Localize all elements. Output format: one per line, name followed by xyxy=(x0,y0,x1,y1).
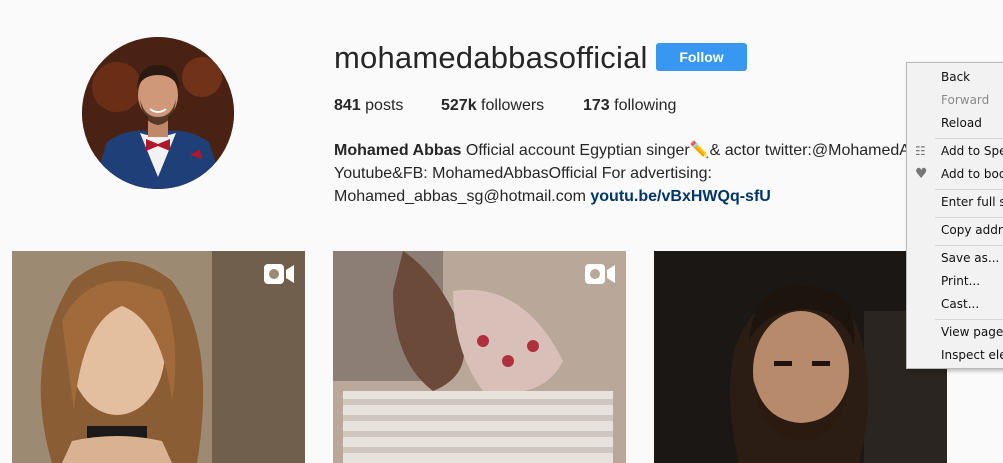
stat-following-label: following xyxy=(614,97,677,114)
bio-line-1: Mohamed Abbas Official account Egyptian … xyxy=(334,139,914,162)
stat-following[interactable]: 173 following xyxy=(583,97,676,115)
bio-line-2: Youtube&FB: MohamedAbbasOfficial For adv… xyxy=(334,165,712,182)
post-tile-2[interactable] xyxy=(333,251,626,463)
bio-line-3: Mohamed_abbas_sg@hotmail.com youtu.be/vB… xyxy=(334,185,914,208)
menu-item-copy-address[interactable]: Copy addres xyxy=(941,223,1003,237)
stat-posts-label: posts xyxy=(365,97,404,114)
menu-item-print[interactable]: Print... xyxy=(941,274,980,288)
menu-item-add-speed-dial[interactable]: Add to Spee xyxy=(941,144,1003,158)
post-tile-1[interactable] xyxy=(12,251,305,463)
menu-separator xyxy=(935,217,1003,218)
stat-followers-count: 527k xyxy=(441,97,477,114)
video-camera-icon xyxy=(585,264,615,284)
bio-description: Official account Egyptian singer✏️& acto… xyxy=(461,142,914,159)
menu-item-cast[interactable]: Cast... xyxy=(941,297,979,311)
menu-item-back[interactable]: Back xyxy=(941,70,970,84)
menu-item-add-bookmark[interactable]: Add to book xyxy=(941,167,1003,181)
menu-item-save-as[interactable]: Save as... xyxy=(941,251,999,265)
bio-website-link[interactable]: youtu.be/vBxHWQq-sfU xyxy=(590,188,770,205)
stat-posts-count: 841 xyxy=(334,97,361,114)
stat-followers[interactable]: 527k followers xyxy=(441,97,544,115)
stat-following-count: 173 xyxy=(583,97,610,114)
stat-posts: 841 posts xyxy=(334,97,403,115)
profile-full-name: Mohamed Abbas xyxy=(334,142,462,159)
bio-email: Mohamed_abbas_sg@hotmail.com xyxy=(334,188,591,205)
profile-bio: Mohamed Abbas Official account Egyptian … xyxy=(334,139,914,208)
heart-icon: ♥ xyxy=(915,166,928,182)
profile-username: mohamedabbasofficial xyxy=(334,40,648,75)
menu-item-fullscreen[interactable]: Enter full scr xyxy=(941,195,1003,209)
menu-separator xyxy=(935,319,1003,320)
profile-avatar[interactable] xyxy=(82,37,234,189)
menu-separator xyxy=(935,245,1003,246)
menu-separator xyxy=(935,189,1003,190)
speed-dial-icon: ☷ xyxy=(915,144,926,158)
follow-button[interactable]: Follow xyxy=(656,43,747,71)
browser-context-menu: Back Forward Reload ☷ Add to Spee ♥ Add … xyxy=(906,62,1003,369)
menu-item-view-source[interactable]: View page s xyxy=(941,325,1003,339)
menu-item-reload[interactable]: Reload xyxy=(941,116,982,130)
stat-followers-label: followers xyxy=(481,97,545,114)
video-camera-icon xyxy=(264,264,294,284)
menu-item-forward: Forward xyxy=(941,93,990,107)
menu-separator xyxy=(935,138,1003,139)
post-tile-3[interactable] xyxy=(654,251,947,463)
menu-item-inspect[interactable]: Inspect elem xyxy=(941,348,1003,362)
